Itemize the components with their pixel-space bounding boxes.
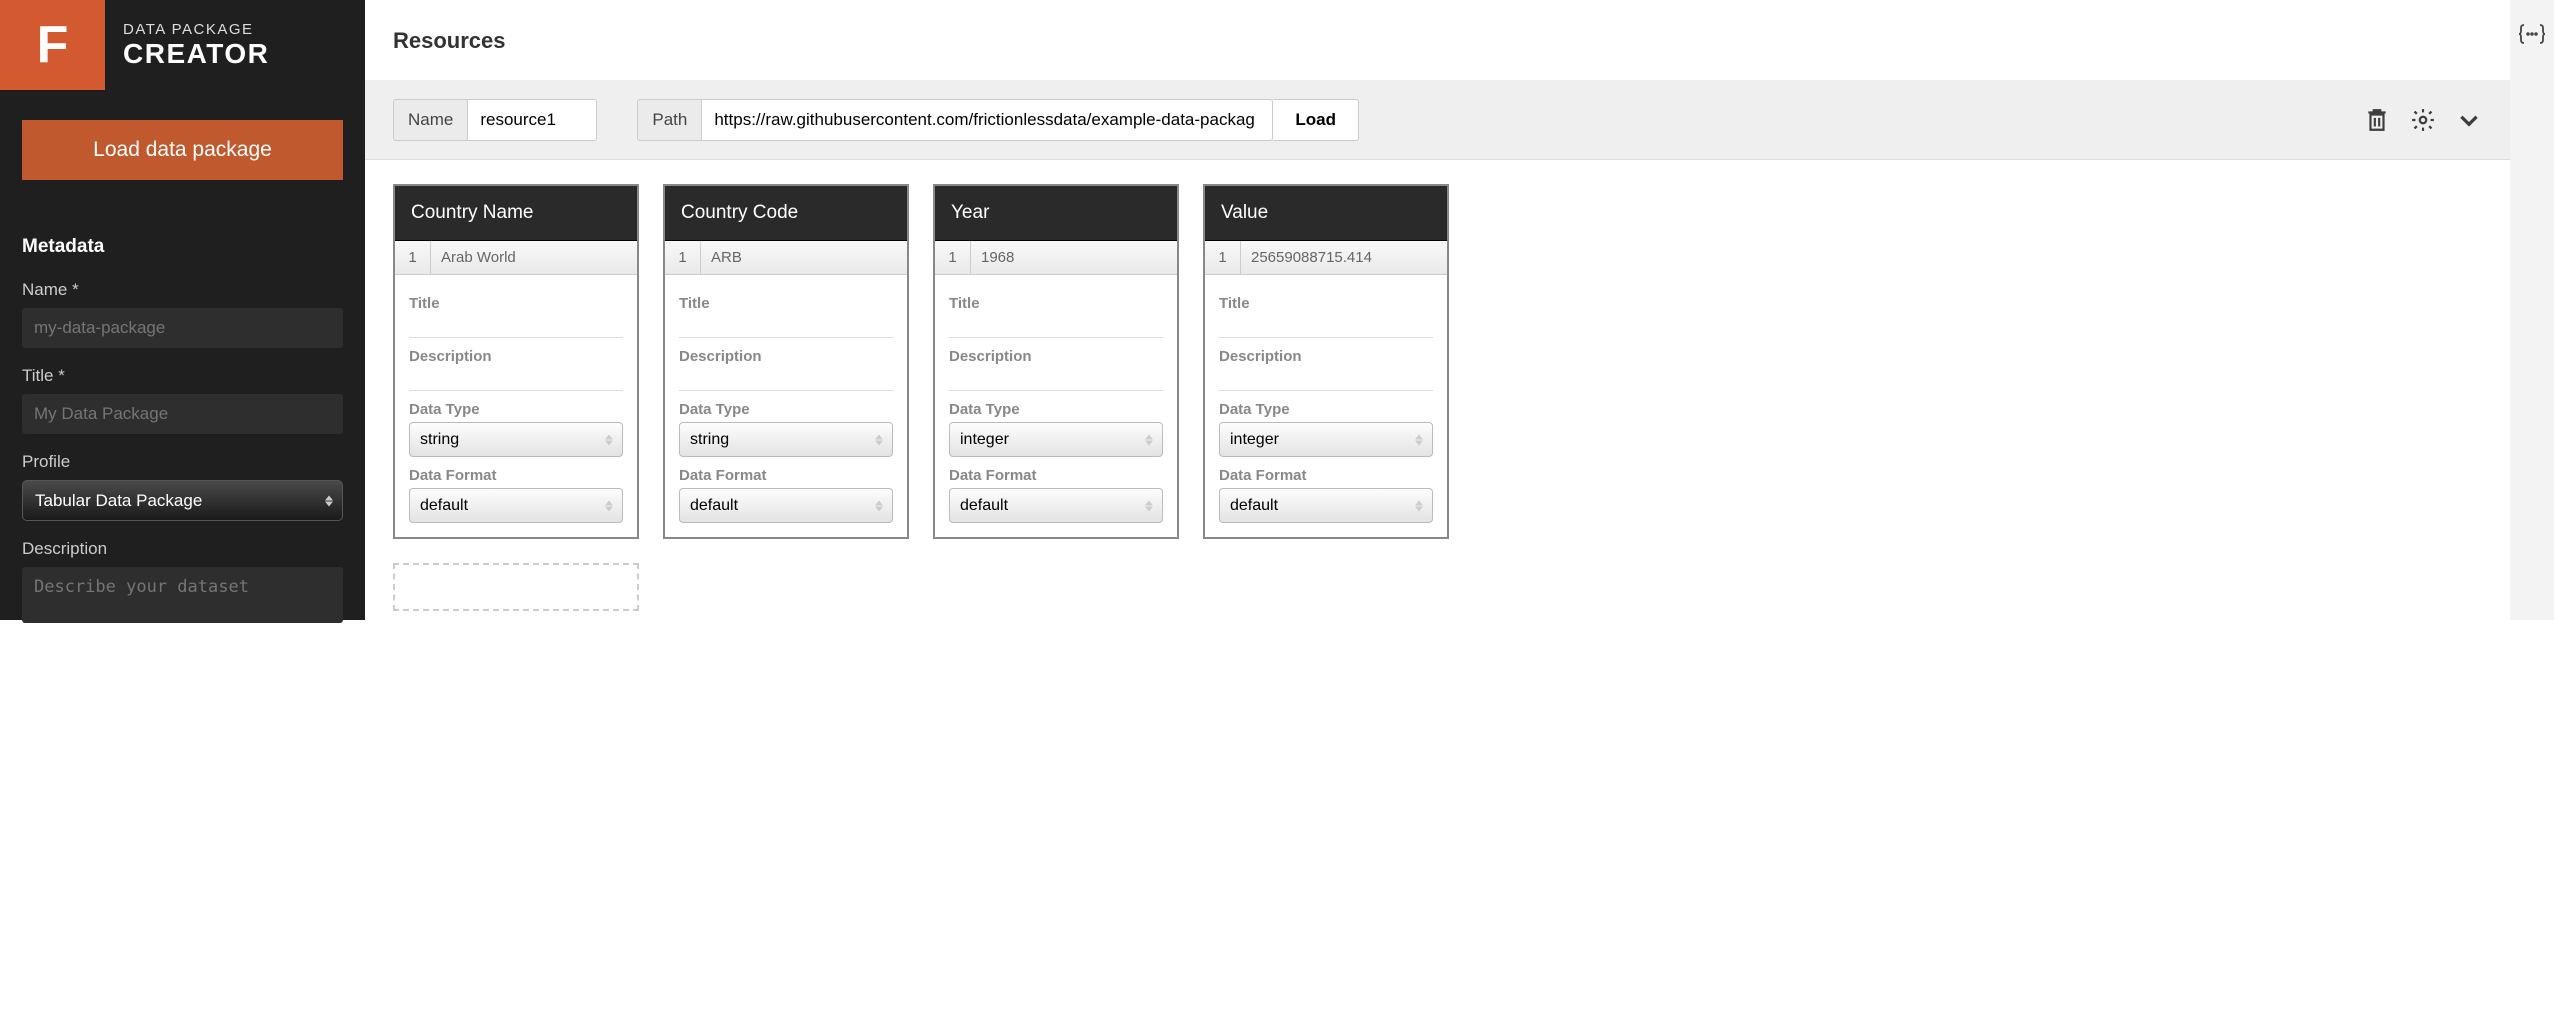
field-body: Title Description Data Type integer Data…	[1205, 275, 1447, 537]
data-type-label: Data Type	[679, 401, 893, 418]
path-group: Path Load	[637, 99, 1359, 141]
logo-line1: DATA PACKAGE	[123, 21, 269, 38]
resource-controls: Name Path Load	[365, 81, 2510, 160]
profile-select[interactable]: Tabular Data Package	[22, 480, 343, 521]
sample-index: 1	[665, 241, 701, 274]
field-header: Country Name	[395, 186, 637, 241]
data-format-select[interactable]: default	[1219, 488, 1433, 523]
data-format-label: Data Format	[409, 467, 623, 484]
sample-index: 1	[395, 241, 431, 274]
field-header: Value	[1205, 186, 1447, 241]
title-input[interactable]	[1219, 316, 1433, 338]
field-header: Country Code	[665, 186, 907, 241]
field-sample: 1 1968	[935, 241, 1177, 275]
data-type-select[interactable]: integer	[949, 422, 1163, 457]
delete-icon[interactable]	[2364, 107, 2390, 133]
field-card: Value 1 25659088715.414 Title Descriptio…	[1203, 184, 1449, 539]
title-input[interactable]	[949, 316, 1163, 338]
chevron-down-icon[interactable]	[2456, 107, 2482, 133]
field-card: Year 1 1968 Title Description Data Type …	[933, 184, 1179, 539]
sample-value: Arab World	[431, 241, 637, 274]
sample-value: 1968	[971, 241, 1177, 274]
title-label: Title	[409, 295, 623, 312]
data-type-label: Data Type	[1219, 401, 1433, 418]
data-type-select[interactable]: string	[679, 422, 893, 457]
field-sample: 1 Arab World	[395, 241, 637, 275]
sidebar: F DATA PACKAGE CREATOR Load data package…	[0, 0, 365, 620]
name-input[interactable]	[22, 308, 343, 348]
data-format-select[interactable]: default	[409, 488, 623, 523]
profile-label: Profile	[22, 452, 343, 472]
data-format-select[interactable]: default	[949, 488, 1163, 523]
sample-index: 1	[1205, 241, 1241, 274]
field-body: Title Description Data Type string Data …	[395, 275, 637, 537]
description-label: Description	[1219, 348, 1433, 365]
logo: F DATA PACKAGE CREATOR	[0, 0, 365, 90]
description-textarea[interactable]	[22, 567, 343, 623]
description-input[interactable]	[409, 369, 623, 391]
data-type-select[interactable]: integer	[1219, 422, 1433, 457]
json-braces-icon[interactable]	[2517, 22, 2547, 46]
field-body: Title Description Data Type string Data …	[665, 275, 907, 537]
add-field-placeholder[interactable]	[393, 563, 639, 611]
cards-row: Country Name 1 Arab World Title Descript…	[365, 160, 2510, 563]
resource-name-label: Name	[393, 99, 467, 141]
resources-heading: Resources	[393, 28, 2482, 54]
description-input[interactable]	[679, 369, 893, 391]
header-strip: Resources	[365, 0, 2510, 81]
field-header: Year	[935, 186, 1177, 241]
data-type-label: Data Type	[409, 401, 623, 418]
logo-f-icon: F	[37, 15, 69, 75]
title-label: Title	[679, 295, 893, 312]
field-card: Country Code 1 ARB Title Description Dat…	[663, 184, 909, 539]
data-format-label: Data Format	[1219, 467, 1433, 484]
logo-line2: CREATOR	[123, 38, 269, 70]
resource-path-input[interactable]	[701, 99, 1273, 141]
load-data-package-button[interactable]: Load data package	[22, 120, 343, 180]
title-label: Title	[1219, 295, 1433, 312]
resource-name-input[interactable]	[467, 99, 597, 141]
sample-index: 1	[935, 241, 971, 274]
sample-value: ARB	[701, 241, 907, 274]
field-card: Country Name 1 Arab World Title Descript…	[393, 184, 639, 539]
title-input[interactable]	[409, 316, 623, 338]
content: Resources Name Path Load Country Name 1 …	[365, 0, 2510, 620]
sample-value: 25659088715.414	[1241, 241, 1447, 274]
data-type-select[interactable]: string	[409, 422, 623, 457]
name-group: Name	[393, 99, 597, 141]
title-label: Title	[949, 295, 1163, 312]
gear-icon[interactable]	[2410, 107, 2436, 133]
action-icons	[2364, 107, 2482, 133]
field-body: Title Description Data Type integer Data…	[935, 275, 1177, 537]
data-format-label: Data Format	[679, 467, 893, 484]
description-label: Description	[409, 348, 623, 365]
logo-badge: F	[0, 0, 105, 90]
title-label: Title *	[22, 366, 343, 386]
description-label: Description	[22, 539, 343, 559]
main: Resources Name Path Load Country Name 1 …	[365, 0, 2554, 620]
logo-text: DATA PACKAGE CREATOR	[123, 21, 269, 70]
data-format-label: Data Format	[949, 467, 1163, 484]
data-format-select[interactable]: default	[679, 488, 893, 523]
field-sample: 1 25659088715.414	[1205, 241, 1447, 275]
resource-path-label: Path	[637, 99, 701, 141]
load-resource-button[interactable]: Load	[1273, 99, 1359, 141]
metadata-heading: Metadata	[22, 236, 343, 258]
description-label: Description	[949, 348, 1163, 365]
name-label: Name *	[22, 280, 343, 300]
description-label: Description	[679, 348, 893, 365]
metadata-section: Metadata Name * Title * Profile Tabular …	[0, 208, 365, 674]
title-input[interactable]	[22, 394, 343, 434]
json-rail	[2510, 0, 2554, 620]
title-input[interactable]	[679, 316, 893, 338]
description-input[interactable]	[949, 369, 1163, 391]
description-input[interactable]	[1219, 369, 1433, 391]
data-type-label: Data Type	[949, 401, 1163, 418]
field-sample: 1 ARB	[665, 241, 907, 275]
